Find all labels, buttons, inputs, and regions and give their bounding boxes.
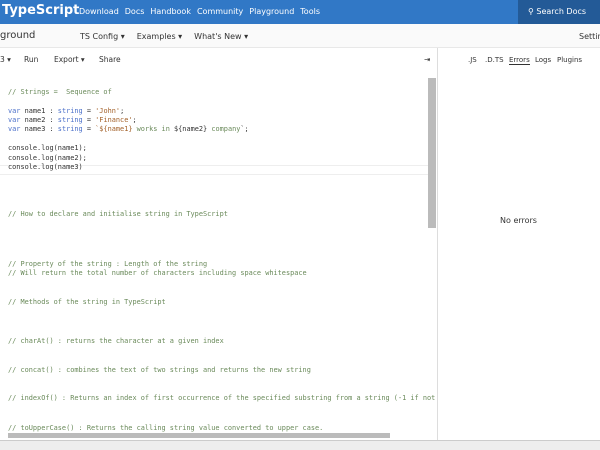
run-button[interactable]: Run	[24, 55, 38, 64]
code-line: // Methods of the string in TypeScript	[8, 298, 166, 306]
nav-playground[interactable]: Playground	[249, 7, 294, 16]
playground-bar: ground TS Config ▾ Examples ▾ What's New…	[0, 24, 600, 48]
share-button[interactable]: Share	[99, 55, 121, 64]
top-nav: TypeScript Download Docs Handbook Commun…	[0, 0, 600, 24]
horizontal-scrollbar[interactable]	[8, 433, 390, 438]
code-line: console.log(name3)	[8, 163, 83, 171]
code-line: // Strings = Sequence of	[8, 88, 112, 96]
ts-config-menu[interactable]: TS Config ▾	[80, 32, 125, 41]
code-line: console.log(name2);	[8, 154, 87, 162]
tab-dts[interactable]: .D.TS	[485, 56, 504, 64]
code-line: // Property of the string : Length of th…	[8, 260, 208, 268]
search-label: Search Docs	[536, 7, 587, 16]
code-editor[interactable]: // Strings = Sequence of var name1 : str…	[0, 74, 435, 440]
pane-divider[interactable]	[437, 48, 438, 440]
tab-logs[interactable]: Logs	[535, 56, 551, 64]
no-errors-message: No errors	[500, 216, 537, 225]
tab-js[interactable]: .JS	[468, 56, 477, 64]
examples-menu[interactable]: Examples ▾	[137, 32, 182, 41]
tab-errors[interactable]: Errors	[509, 56, 530, 65]
search-docs-button[interactable]: ⚲ Search Docs	[518, 0, 600, 24]
code-line: // Will return the total number of chara…	[8, 269, 307, 277]
code-line: // toUpperCase() : Returns the calling s…	[8, 424, 324, 432]
output-tabs: .JS .D.TS Errors Logs Plugins	[437, 48, 600, 72]
page-title: ground	[0, 30, 36, 41]
whats-new-menu[interactable]: What's New ▾	[194, 32, 248, 41]
nav-download[interactable]: Download	[79, 7, 119, 16]
vertical-scrollbar[interactable]	[428, 78, 436, 228]
code-line: // charAt() : returns the character at a…	[8, 337, 224, 345]
brand-logo[interactable]: TypeScript	[2, 3, 79, 18]
code-line: var name2 : string = 'Finance';	[8, 116, 137, 124]
settings-link[interactable]: Settin	[579, 32, 600, 41]
code-line: var name1 : string = 'John';	[8, 107, 125, 115]
code-line: // How to declare and initialise string …	[8, 210, 228, 218]
nav-tools[interactable]: Tools	[300, 7, 320, 16]
code-line: var name3 : string = `${name1} works in …	[8, 125, 249, 133]
bottom-border	[0, 440, 600, 450]
tab-plugins[interactable]: Plugins	[557, 56, 582, 64]
export-button[interactable]: Export ▾	[54, 55, 85, 64]
version-select[interactable]: 3 ▾	[0, 55, 11, 64]
code-line: console.log(name1);	[8, 144, 87, 152]
collapse-icon[interactable]: ⇥	[424, 55, 430, 64]
editor-toolbar: 3 ▾ Run Export ▾ Share ⇥	[0, 48, 437, 72]
code-line: // indexOf() : Returns an index of first…	[8, 394, 436, 402]
nav-docs[interactable]: Docs	[125, 7, 145, 16]
nav-community[interactable]: Community	[197, 7, 243, 16]
code-line: // concat() : combines the text of two s…	[8, 366, 311, 374]
nav-handbook[interactable]: Handbook	[150, 7, 191, 16]
